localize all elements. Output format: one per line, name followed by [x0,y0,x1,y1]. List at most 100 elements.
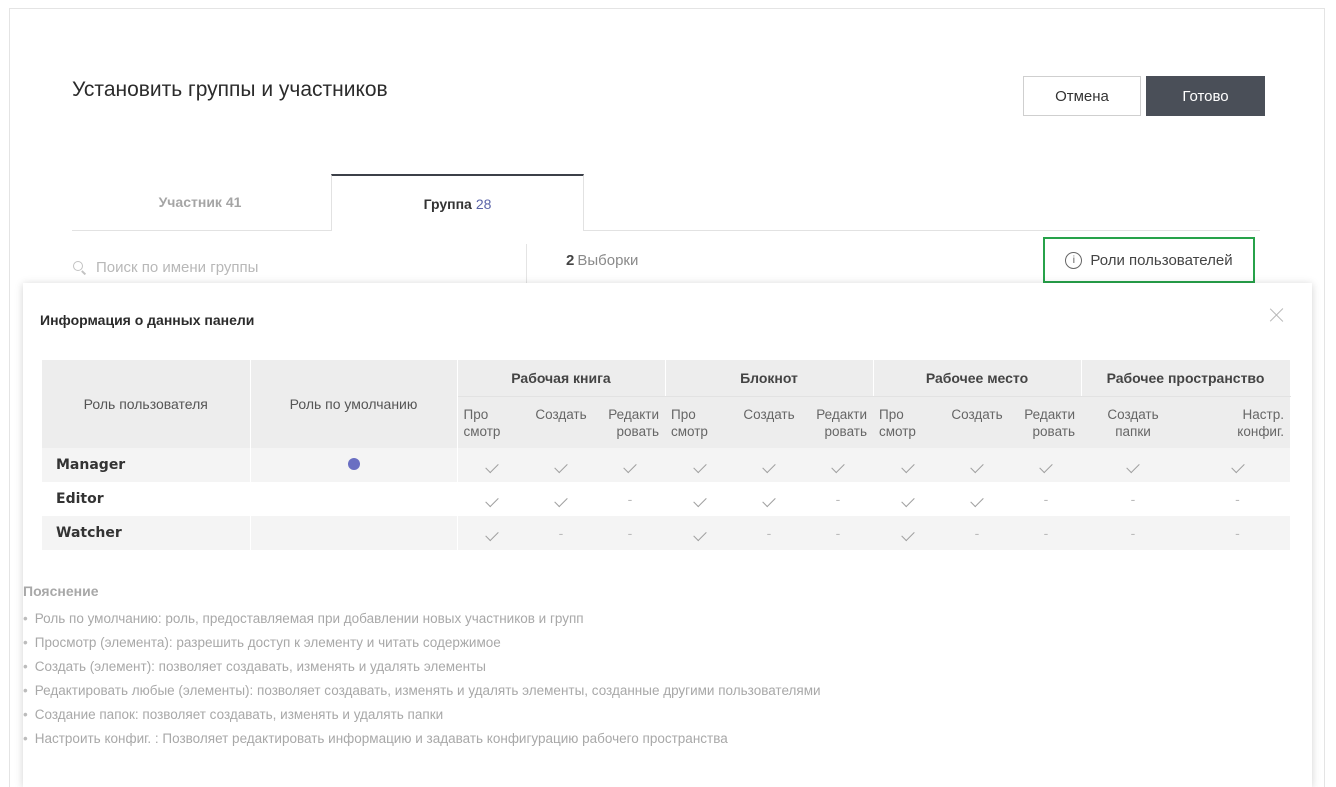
check-icon [693,527,707,542]
group-header-workplace: Рабочее место [873,360,1082,397]
tab-members[interactable]: Участник 41 [110,174,290,230]
group-header-workspace: Рабочее пространство [1081,360,1291,397]
roles-table: Роль пользователя Роль по умолчанию Рабо… [42,360,1291,550]
permission-granted [457,516,527,550]
permission-granted [457,448,527,482]
check-icon [970,459,984,474]
selection-summary: 2 Выборки [566,252,638,269]
close-icon[interactable] [1267,305,1287,325]
permission-granted [1185,448,1290,482]
check-icon [623,459,637,474]
check-icon [693,493,707,508]
legend-item: Редактировать любые (элементы): позволяе… [23,679,821,703]
permission-granted [943,482,1011,516]
col-header-role: Роль пользователя [42,360,251,448]
sub-header-view: Про смотр [457,396,527,448]
table-row: Manager [42,448,1290,482]
check-icon [970,493,984,508]
selection-count: 2 [566,252,575,269]
check-icon [554,493,568,508]
permission-granted [873,516,943,550]
sub-header-config: Настр. конфиг. [1185,396,1290,448]
table-row: Watcher - - - - - - - - [42,516,1290,550]
sub-header-create: Создать [943,396,1011,448]
role-info-panel: Информация о данных панели Роль пользова… [23,283,1312,787]
permission-denied: - [1081,516,1185,550]
group-header-notebook: Блокнот [665,360,874,397]
tabs-divider [72,230,1260,231]
legend-item: Настроить конфиг. : Позволяет редактиров… [23,727,821,751]
col-header-default: Роль по умолчанию [250,360,458,448]
permission-granted [803,448,873,482]
permission-granted [873,448,943,482]
check-icon [1230,459,1245,474]
default-role-dot [347,458,360,470]
tab-groups[interactable]: Группа 28 [331,174,584,231]
permission-granted [527,448,595,482]
default-role-cell [250,448,458,482]
check-icon [762,459,776,474]
legend-title: Пояснение [23,583,99,599]
check-icon [831,459,845,474]
permission-granted [595,448,665,482]
permission-denied: - [595,516,665,550]
cancel-button[interactable]: Отмена [1023,76,1141,116]
permission-denied: - [943,516,1011,550]
permission-granted [665,516,735,550]
group-header-workbook: Рабочая книга [457,360,666,397]
permission-granted [735,448,803,482]
sub-header-edit: Редакти ровать [1011,396,1081,448]
check-icon [485,527,499,542]
legend: Пояснение Роль по умолчанию: роль, предо… [23,583,821,751]
search-icon [72,260,86,274]
permission-denied: - [1130,491,1136,507]
check-icon [485,493,499,508]
sub-header-view: Про смотр [873,396,943,448]
check-icon [901,527,915,542]
info-icon: i [1065,251,1083,269]
legend-item: Просмотр (элемента): разрешить доступ к … [23,631,821,655]
check-icon [901,459,915,474]
permission-denied: - [1043,491,1049,507]
panel-title: Информация о данных панели [40,312,255,328]
check-icon [485,459,499,474]
default-role-cell [250,516,458,550]
check-icon [554,459,568,474]
permission-granted [943,448,1011,482]
selection-label: Выборки [577,252,639,269]
permission-denied: - [1011,516,1081,550]
permission-granted [735,482,803,516]
permission-granted [873,482,943,516]
toolbar-divider [526,244,527,284]
permission-denied: - [1235,491,1240,507]
role-name: Manager [42,448,251,482]
group-search-input[interactable]: Поиск по имени группы [72,252,502,282]
done-button[interactable]: Готово [1146,76,1265,116]
table-row: Editor - - - - - [42,482,1290,516]
legend-item: Роль по умолчанию: роль, предоставляемая… [23,607,821,631]
permission-granted [665,448,735,482]
check-icon [693,459,707,474]
check-icon [901,493,915,508]
check-icon [762,493,776,508]
permission-denied: - [627,491,633,507]
sub-header-edit: Редакти ровать [803,396,873,448]
legend-item: Создать (элемент): позволяет создавать, … [23,655,821,679]
role-name: Editor [42,482,251,516]
dialog-title: Установить группы и участников [72,78,388,101]
user-roles-link[interactable]: i Роли пользователей [1043,237,1255,283]
permission-granted [457,482,527,516]
role-name: Watcher [42,516,251,550]
tab-members-label: Участник 41 [158,194,242,210]
sub-header-create: Создать [527,396,595,448]
permission-granted [1011,448,1081,482]
permission-denied: - [803,516,873,550]
permission-granted [527,482,595,516]
permission-denied: - [1185,516,1290,550]
tab-groups-count: 28 [475,195,492,212]
check-icon [1039,459,1053,474]
sub-header-create-folders: Создать папки [1081,396,1185,448]
permission-denied: - [835,491,841,507]
sub-header-view: Про смотр [665,396,735,448]
permission-granted [665,482,735,516]
